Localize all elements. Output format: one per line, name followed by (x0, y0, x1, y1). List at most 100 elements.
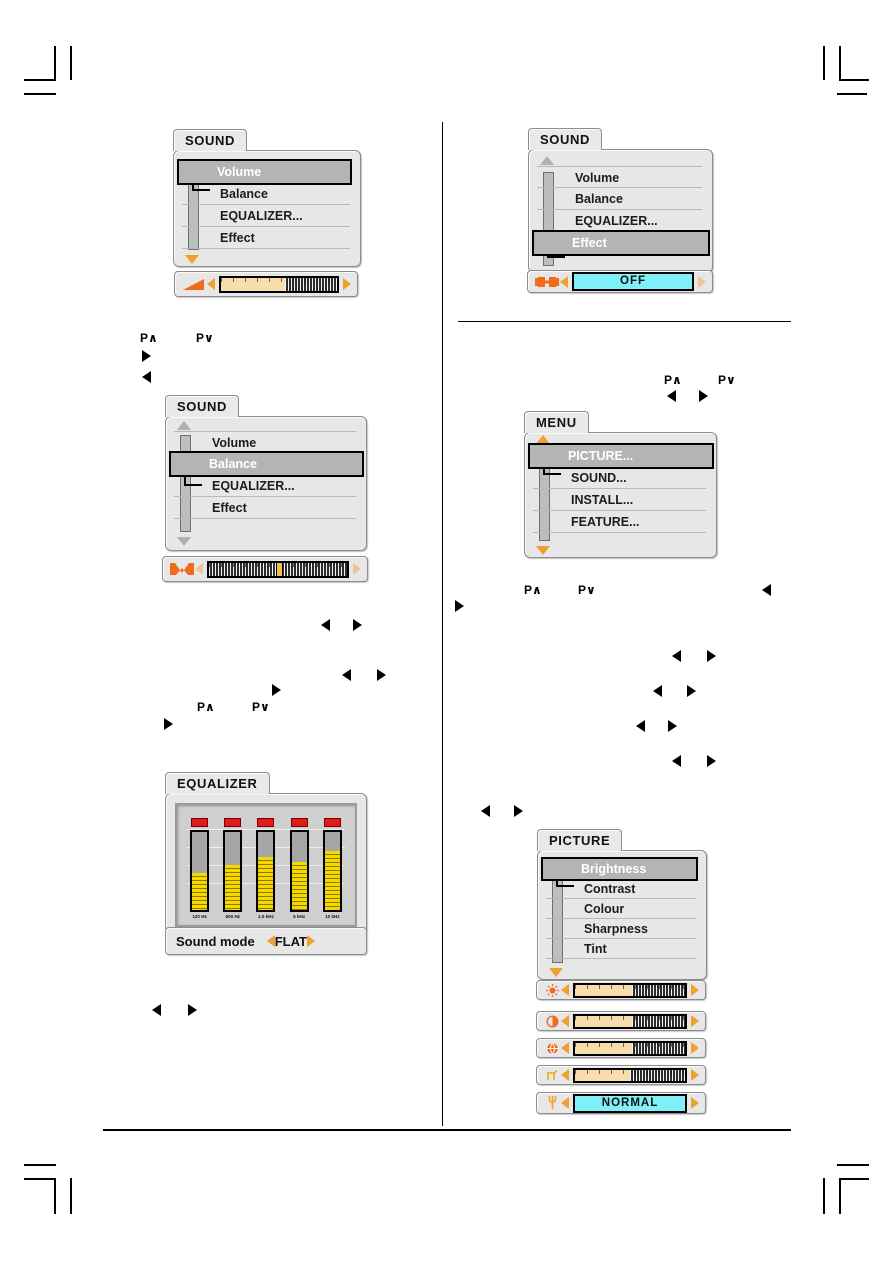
menu-item-tint[interactable]: Tint (546, 939, 696, 959)
slider-track[interactable] (573, 1067, 687, 1083)
menu-item-label: Contrast (584, 882, 636, 896)
band-label: 5 kHz (293, 914, 306, 919)
slider-right-arrow-icon[interactable] (691, 1069, 699, 1081)
panel-equalizer: EQUALIZER 120 Hz 500 Hz 1.5 kHz 5 kHz 10… (165, 772, 367, 933)
colour-globe-icon (543, 1042, 561, 1055)
band-column[interactable] (256, 830, 276, 912)
slider-left-arrow-icon[interactable] (207, 278, 215, 290)
menu-item-equalizer[interactable]: EQUALIZER... (537, 210, 702, 232)
selector-right-arrow-icon[interactable] (691, 1097, 699, 1109)
equalizer-band[interactable]: 1.5 kHz (256, 818, 276, 919)
slider-colour[interactable] (536, 1038, 706, 1058)
scroll-down-arrow-icon[interactable] (536, 546, 550, 555)
slider-right-arrow-icon[interactable] (353, 563, 361, 575)
menu-item-equalizer[interactable]: EQUALIZER... (182, 205, 350, 227)
menu-list-picture: Brightness Contrast Colour Sharpness Tin… (538, 851, 706, 967)
band-column[interactable] (223, 830, 243, 912)
sound-mode-right-arrow-icon[interactable] (306, 935, 315, 947)
sound-mode-selector[interactable]: Sound mode FLAT (165, 927, 367, 955)
equalizer-bands: 120 Hz 500 Hz 1.5 kHz 5 kHz 10 kHz (183, 815, 349, 919)
selector-tint[interactable]: NORMAL (536, 1092, 706, 1114)
key-marker-right-icon (142, 350, 151, 362)
menu-item-label: Tint (584, 942, 607, 956)
menu-item-feature[interactable]: FEATURE... (533, 511, 706, 533)
slider-track[interactable] (573, 1013, 687, 1029)
menu-item-contrast[interactable]: Contrast (546, 879, 696, 899)
selector-left-arrow-icon[interactable] (561, 1097, 569, 1109)
slider-track[interactable] (207, 560, 349, 578)
menu-item-volume[interactable]: Volume (177, 159, 352, 185)
menu-item-volume[interactable]: Volume (174, 431, 356, 453)
slider-balance[interactable] (162, 556, 368, 582)
slider-left-arrow-icon[interactable] (561, 1042, 569, 1054)
equalizer-band[interactable]: 120 Hz (190, 818, 210, 919)
slider-volume[interactable] (174, 271, 358, 297)
menu-item-balance[interactable]: Balance (169, 451, 364, 477)
menu-item-label: FEATURE... (571, 515, 640, 529)
slider-right-arrow-icon[interactable] (691, 1015, 699, 1027)
key-marker-right-icon (377, 669, 386, 681)
key-marker-p-up: P∧ (664, 373, 682, 387)
column-divider (442, 122, 443, 1126)
selector-right-arrow-icon[interactable] (698, 275, 706, 288)
effect-icon (534, 276, 560, 288)
slider-right-arrow-icon[interactable] (691, 984, 699, 996)
band-column[interactable] (322, 830, 342, 912)
slider-sharpness[interactable] (536, 1065, 706, 1085)
right-column-separator (458, 321, 791, 322)
menu-item-sound[interactable]: SOUND... (533, 467, 706, 489)
menu-item-picture[interactable]: PICTURE... (528, 443, 714, 469)
sound-mode-left-arrow-icon[interactable] (266, 935, 275, 947)
equalizer-band[interactable]: 500 Hz (223, 818, 243, 919)
key-marker-left-icon (667, 390, 676, 402)
menu-item-effect[interactable]: Effect (174, 497, 356, 519)
selector-effect[interactable]: OFF (527, 270, 713, 293)
band-label: 120 Hz (192, 914, 207, 919)
key-marker-right-icon (455, 600, 464, 612)
menu-item-equalizer[interactable]: EQUALIZER... (174, 475, 356, 497)
slider-track[interactable] (573, 1040, 687, 1056)
key-marker-left-icon (481, 805, 490, 817)
menu-item-effect[interactable]: Effect (182, 227, 350, 249)
slider-left-arrow-icon[interactable] (561, 1015, 569, 1027)
band-column[interactable] (190, 830, 210, 912)
key-marker-right-icon (514, 805, 523, 817)
panel-body-picture: Brightness Contrast Colour Sharpness Tin… (537, 850, 707, 980)
slider-track[interactable] (573, 982, 687, 998)
balance-icon (169, 562, 195, 576)
panel-tab-equalizer: EQUALIZER (165, 772, 270, 794)
brightness-sun-icon (543, 983, 561, 997)
key-marker-left-icon (342, 669, 351, 681)
scroll-down-arrow-icon[interactable] (177, 537, 191, 546)
slider-brightness[interactable] (536, 980, 706, 1000)
menu-item-effect[interactable]: Effect (532, 230, 710, 256)
equalizer-band[interactable]: 5 kHz (289, 818, 309, 919)
equalizer-band[interactable]: 10 kHz (322, 818, 342, 919)
band-led-icon (191, 818, 209, 827)
selector-left-arrow-icon[interactable] (560, 275, 568, 288)
menu-item-label: INSTALL... (571, 493, 634, 507)
slider-track[interactable] (219, 275, 339, 293)
slider-right-arrow-icon[interactable] (691, 1042, 699, 1054)
slider-contrast[interactable] (536, 1011, 706, 1031)
key-marker-right-icon (699, 390, 708, 402)
slider-left-arrow-icon[interactable] (195, 563, 203, 575)
menu-list-sound-volume: Volume Balance EQUALIZER... Effect (174, 151, 360, 257)
band-led-icon (323, 818, 341, 827)
slider-right-arrow-icon[interactable] (343, 278, 351, 290)
key-marker-right-icon (668, 720, 677, 732)
menu-item-volume[interactable]: Volume (537, 166, 702, 188)
panel-body-sound-effect: Volume Balance EQUALIZER... Effect (528, 149, 713, 273)
scroll-down-arrow-icon[interactable] (549, 968, 563, 977)
menu-item-brightness[interactable]: Brightness (541, 857, 698, 881)
menu-item-sharpness[interactable]: Sharpness (546, 919, 696, 939)
menu-item-label: Volume (212, 436, 257, 450)
panel-sound-effect: SOUND Volume Balance EQUALIZER... Effect (528, 128, 713, 273)
band-column[interactable] (289, 830, 309, 912)
menu-item-balance[interactable]: Balance (182, 183, 350, 205)
slider-left-arrow-icon[interactable] (561, 1069, 569, 1081)
slider-left-arrow-icon[interactable] (561, 984, 569, 996)
menu-item-install[interactable]: INSTALL... (533, 489, 706, 511)
menu-item-balance[interactable]: Balance (537, 188, 702, 210)
menu-item-colour[interactable]: Colour (546, 899, 696, 919)
